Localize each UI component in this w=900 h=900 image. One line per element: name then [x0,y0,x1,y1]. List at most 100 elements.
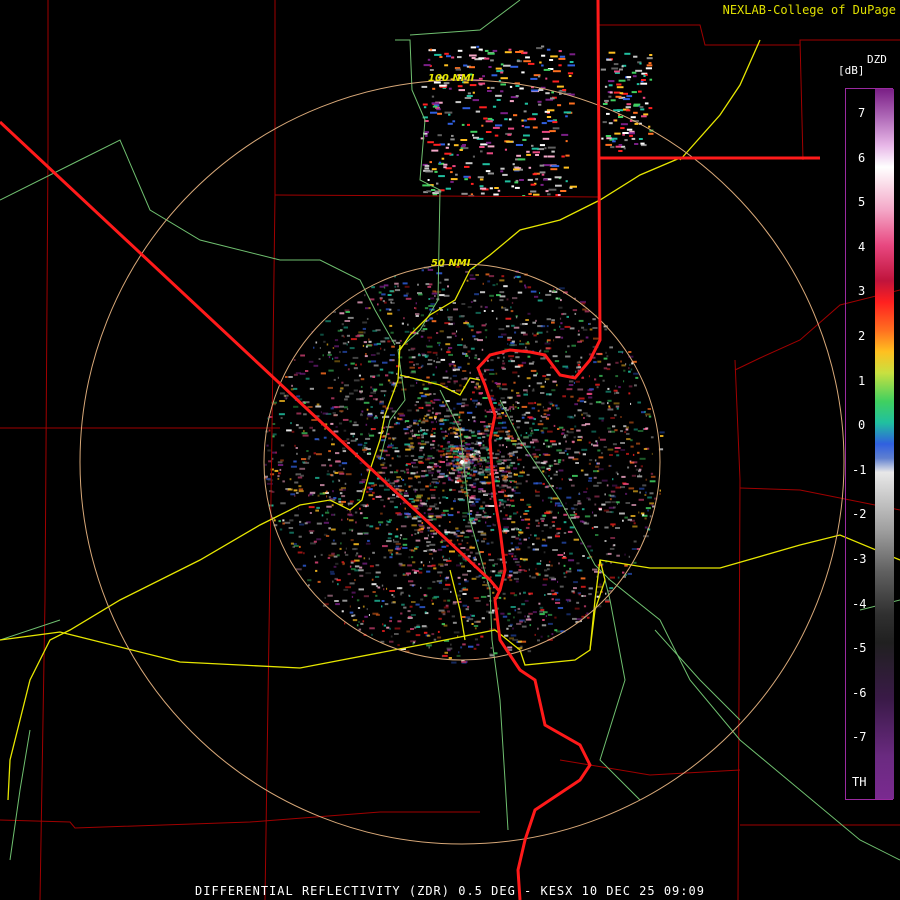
echo-gate [453,382,456,385]
echo-gate [474,356,477,359]
echo-gate [607,80,615,83]
echo-gate [555,184,562,187]
echo-gate [487,172,494,175]
echo-gate [475,500,479,503]
echo-gate [525,411,531,414]
echo-gate [408,580,414,583]
echo-gate [608,51,616,54]
echo-gate [507,343,509,345]
echo-gate [289,519,294,522]
echo-gate [437,134,442,137]
echo-gate [501,306,504,309]
echo-gate [379,484,384,487]
legend-tick: TH [852,775,867,789]
echo-gate [437,357,439,360]
echo-gate [477,462,482,465]
echo-gate [440,358,446,361]
echo-gate [569,552,573,555]
echo-gate [475,514,482,516]
echo-gate [468,325,474,328]
echo-gate [398,564,403,567]
echo-gate [607,427,611,430]
echo-gate [473,402,475,405]
echo-gate [540,608,545,611]
echo-gate [616,83,622,86]
echo-gate [420,561,423,564]
echo-gate [327,509,329,512]
echo-gate [519,365,524,368]
echo-gate [623,425,627,428]
echo-gate [616,454,620,457]
echo-gate [360,413,363,415]
echo-gate [423,512,426,515]
echo-gate [360,433,363,436]
echo-gate [379,471,386,474]
echo-gate [447,476,450,479]
echo-gate [516,446,523,449]
echo-gate [485,504,490,507]
echo-gate [471,434,477,437]
radar-map[interactable] [0,0,900,900]
echo-gate [469,474,473,477]
echo-gate [533,429,540,431]
echo-gate [521,361,527,364]
echo-gate [417,283,419,286]
echo-gate [555,487,558,489]
echo-gate [428,646,430,649]
echo-gate [476,511,479,514]
echo-gate [631,137,636,140]
echo-gate [447,380,451,383]
echo-gate [458,651,460,654]
echo-gate [540,349,542,352]
echo-gate [380,340,386,343]
echo-gate [373,398,378,401]
echo-gate [515,450,519,453]
echo-gate [398,485,403,488]
echo-gate [542,514,547,517]
echo-gate [348,514,354,517]
echo-gate [308,506,315,509]
echo-gate [348,519,354,522]
echo-gate [541,530,544,532]
echo-gate [517,640,522,643]
echo-gate [650,436,654,439]
echo-gate [556,384,558,387]
echo-gate [329,473,333,476]
echo-gate [333,414,338,417]
echo-gate [357,301,363,304]
echo-gate [452,302,456,304]
echo-gate [439,423,445,426]
echo-gate [552,549,558,551]
echo-gate [480,291,486,294]
echo-gate [564,325,571,328]
echo-gate [606,112,610,115]
echo-gate [359,566,363,569]
echo-gate [383,284,389,287]
echo-gate [523,51,528,54]
echo-gate [424,537,429,540]
echo-gate [452,450,458,453]
echo-gate [527,416,533,419]
echo-gate [629,134,633,137]
echo-gate [628,487,635,490]
echo-gate [542,583,547,586]
echo-gate [632,461,638,464]
echo-gate [367,412,373,415]
echo-gate [523,538,527,541]
echo-gate [547,430,553,433]
echo-gate [368,307,371,310]
echo-gate [468,458,471,461]
echo-gate [351,529,353,532]
echo-gate [618,144,623,146]
echo-gate [509,436,510,439]
echo-gate [393,540,400,543]
echo-gate [502,491,505,494]
echo-gate [368,434,375,437]
echo-gate [571,590,575,593]
echo-gate [495,465,498,468]
echo-gate [341,500,346,503]
echo-gate [496,434,500,437]
echo-gate [432,446,436,449]
echo-gate [366,417,369,420]
echo-gate [349,420,352,423]
